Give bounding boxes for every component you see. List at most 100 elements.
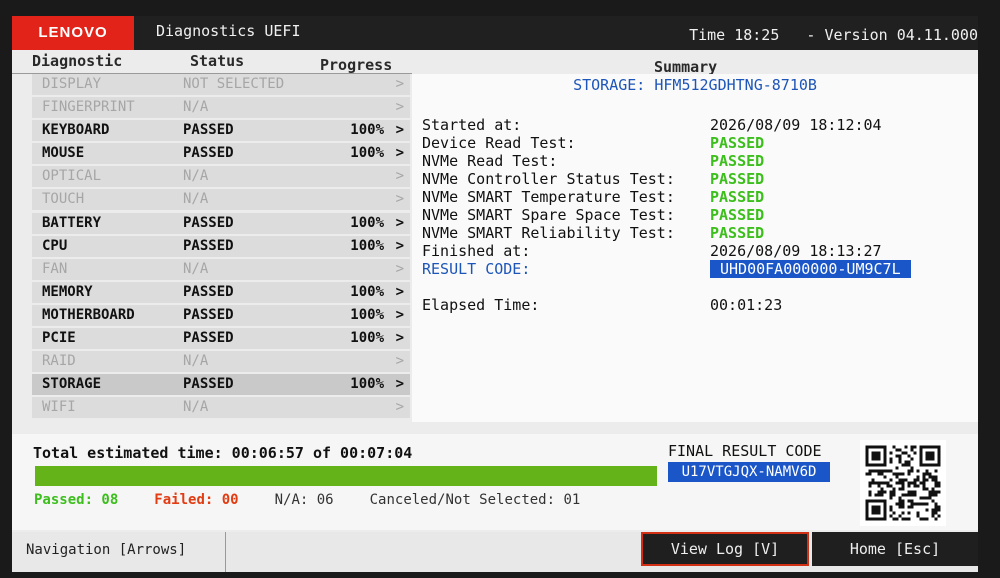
device-status: PASSED bbox=[183, 237, 234, 254]
device-progress: 100% bbox=[350, 122, 384, 139]
total-estimated-time: Total estimated time: 00:06:57 of 00:07:… bbox=[33, 444, 413, 462]
device-row-fan[interactable]: FAN N/A > bbox=[32, 258, 410, 280]
device-status: PASSED bbox=[183, 145, 234, 162]
result-code-value: UHD00FA000000-UM9C7L bbox=[710, 260, 911, 278]
home-button[interactable]: Home [Esc] bbox=[812, 532, 978, 566]
chevron-right-icon: > bbox=[395, 76, 404, 92]
chevron-right-icon: > bbox=[395, 99, 404, 116]
device-status: N/A bbox=[183, 353, 209, 370]
failed-count: Failed: 00 bbox=[154, 492, 239, 508]
device-name: MOTHERBOARD bbox=[42, 306, 135, 323]
device-list: DISPLAY NOT SELECTED > FINGERPRINT N/A > KEYBO… bbox=[32, 74, 410, 420]
navigation-hint: Navigation [Arrows] bbox=[26, 542, 187, 558]
device-row-motherboard[interactable]: MOTHERBOARD PASSED 100% > bbox=[32, 304, 410, 326]
device-progress: 100% bbox=[350, 330, 384, 347]
device-row-battery[interactable]: BATTERY PASSED 100% > bbox=[32, 212, 410, 234]
test-result: PASSED bbox=[710, 152, 765, 170]
summary-device: STORAGE: HFM512GDHTNG-8710B bbox=[573, 76, 817, 94]
device-row-memory[interactable]: MEMORY PASSED 100% > bbox=[32, 281, 410, 303]
device-progress: 100% bbox=[350, 237, 384, 254]
footer-bar: Navigation [Arrows] View Log [V] Home [E… bbox=[12, 532, 978, 572]
chevron-right-icon: > bbox=[395, 353, 404, 370]
device-row-wifi[interactable]: WIFI N/A > bbox=[32, 397, 410, 419]
divider bbox=[225, 532, 226, 572]
test-label: NVMe Controller Status Test: bbox=[422, 170, 675, 188]
started-value: 2026/08/09 18:12:04 bbox=[710, 116, 882, 134]
column-header-status: Status bbox=[190, 52, 245, 70]
test-result: PASSED bbox=[710, 170, 765, 188]
device-status: NOT SELECTED bbox=[183, 76, 285, 92]
device-name: OPTICAL bbox=[42, 168, 102, 185]
lenovo-logo: LENOVO bbox=[12, 16, 134, 50]
chevron-right-icon: > bbox=[395, 145, 404, 162]
overall-progress-fill bbox=[35, 466, 657, 486]
chevron-right-icon: > bbox=[395, 283, 404, 300]
chevron-right-icon: > bbox=[395, 399, 404, 416]
overall-progress-bar bbox=[35, 466, 657, 486]
device-name: CPU bbox=[42, 237, 68, 254]
device-row-pcie[interactable]: PCIE PASSED 100% > bbox=[32, 328, 410, 350]
device-row-storage[interactable]: STORAGE PASSED 100% > bbox=[32, 374, 410, 396]
clock: Time 18:25 bbox=[689, 26, 780, 44]
result-code-label: RESULT CODE: bbox=[422, 260, 531, 278]
test-label: NVMe SMART Reliability Test: bbox=[422, 224, 675, 242]
started-label: Started at: bbox=[422, 116, 522, 134]
device-row-cpu[interactable]: CPU PASSED 100% > bbox=[32, 235, 410, 257]
device-row-display[interactable]: DISPLAY NOT SELECTED > bbox=[32, 74, 410, 95]
result-counts: Passed: 08 Failed: 00 N/A: 06 Canceled/Not … bbox=[34, 492, 616, 508]
device-status: PASSED bbox=[183, 283, 234, 300]
chevron-right-icon: > bbox=[395, 122, 404, 139]
elapsed-value: 00:01:23 bbox=[710, 296, 783, 314]
chevron-right-icon: > bbox=[395, 306, 404, 323]
test-row: NVMe Controller Status Test: PASSED bbox=[422, 170, 978, 188]
device-row-keyboard[interactable]: KEYBOARD PASSED 100% > bbox=[32, 120, 410, 142]
final-result-label: FINAL RESULT CODE bbox=[668, 442, 822, 460]
elapsed-row: Elapsed Time: 00:01:23 bbox=[422, 296, 978, 314]
device-name: KEYBOARD bbox=[42, 122, 110, 139]
elapsed-label: Elapsed Time: bbox=[422, 296, 540, 314]
device-name: BATTERY bbox=[42, 214, 102, 231]
device-progress: 100% bbox=[350, 376, 384, 393]
diagnostics-screen: LENOVO Diagnostics UEFI Time 18:25 - Ver… bbox=[12, 16, 978, 572]
column-header-diagnostic: Diagnostic bbox=[32, 52, 123, 70]
device-status: PASSED bbox=[183, 376, 234, 393]
device-row-optical[interactable]: OPTICAL N/A > bbox=[32, 166, 410, 188]
chevron-right-icon: > bbox=[395, 168, 404, 185]
device-progress: 100% bbox=[350, 214, 384, 231]
test-result: PASSED bbox=[710, 134, 765, 152]
device-row-mouse[interactable]: MOUSE PASSED 100% > bbox=[32, 143, 410, 165]
device-progress: 100% bbox=[350, 306, 384, 323]
summary-panel: STORAGE: HFM512GDHTNG-8710B Started at: … bbox=[412, 74, 978, 422]
test-row: NVMe SMART Reliability Test: PASSED bbox=[422, 224, 978, 242]
test-result: PASSED bbox=[710, 206, 765, 224]
version: Version 04.11.000 bbox=[824, 26, 978, 44]
canceled-count: Canceled/Not Selected: 01 bbox=[369, 492, 581, 508]
finished-label: Finished at: bbox=[422, 242, 531, 260]
device-status: N/A bbox=[183, 99, 209, 116]
title-bar: LENOVO Diagnostics UEFI Time 18:25 - Ver… bbox=[12, 16, 978, 50]
finished-row: Finished at: 2026/08/09 18:13:27 bbox=[422, 242, 978, 260]
results-panel: Total estimated time: 00:06:57 of 00:07:… bbox=[12, 434, 978, 530]
device-name: PCIE bbox=[42, 330, 76, 347]
passed-count: Passed: 08 bbox=[34, 492, 119, 508]
device-name: RAID bbox=[42, 353, 76, 370]
qr-code-icon bbox=[860, 440, 946, 526]
device-row-raid[interactable]: RAID N/A > bbox=[32, 351, 410, 373]
device-status: N/A bbox=[183, 399, 209, 416]
na-count: N/A: 06 bbox=[274, 492, 334, 508]
device-row-fingerprint[interactable]: FINGERPRINT N/A > bbox=[32, 97, 410, 119]
view-log-button[interactable]: View Log [V] bbox=[641, 532, 809, 566]
device-progress: 100% bbox=[350, 145, 384, 162]
test-row: NVMe SMART Spare Space Test: PASSED bbox=[422, 206, 978, 224]
started-row: Started at: 2026/08/09 18:12:04 bbox=[422, 116, 978, 134]
final-result-code: U17VTGJQX-NAMV6D bbox=[668, 462, 830, 482]
device-name: DISPLAY bbox=[42, 76, 102, 92]
test-row: NVMe Read Test: PASSED bbox=[422, 152, 978, 170]
device-name: STORAGE bbox=[42, 376, 102, 393]
device-name: FAN bbox=[42, 260, 68, 277]
chevron-right-icon: > bbox=[395, 376, 404, 393]
app-title: Diagnostics UEFI bbox=[156, 22, 301, 40]
test-label: NVMe SMART Spare Space Test: bbox=[422, 206, 675, 224]
device-row-touch[interactable]: TOUCH N/A > bbox=[32, 189, 410, 211]
chevron-right-icon: > bbox=[395, 330, 404, 347]
